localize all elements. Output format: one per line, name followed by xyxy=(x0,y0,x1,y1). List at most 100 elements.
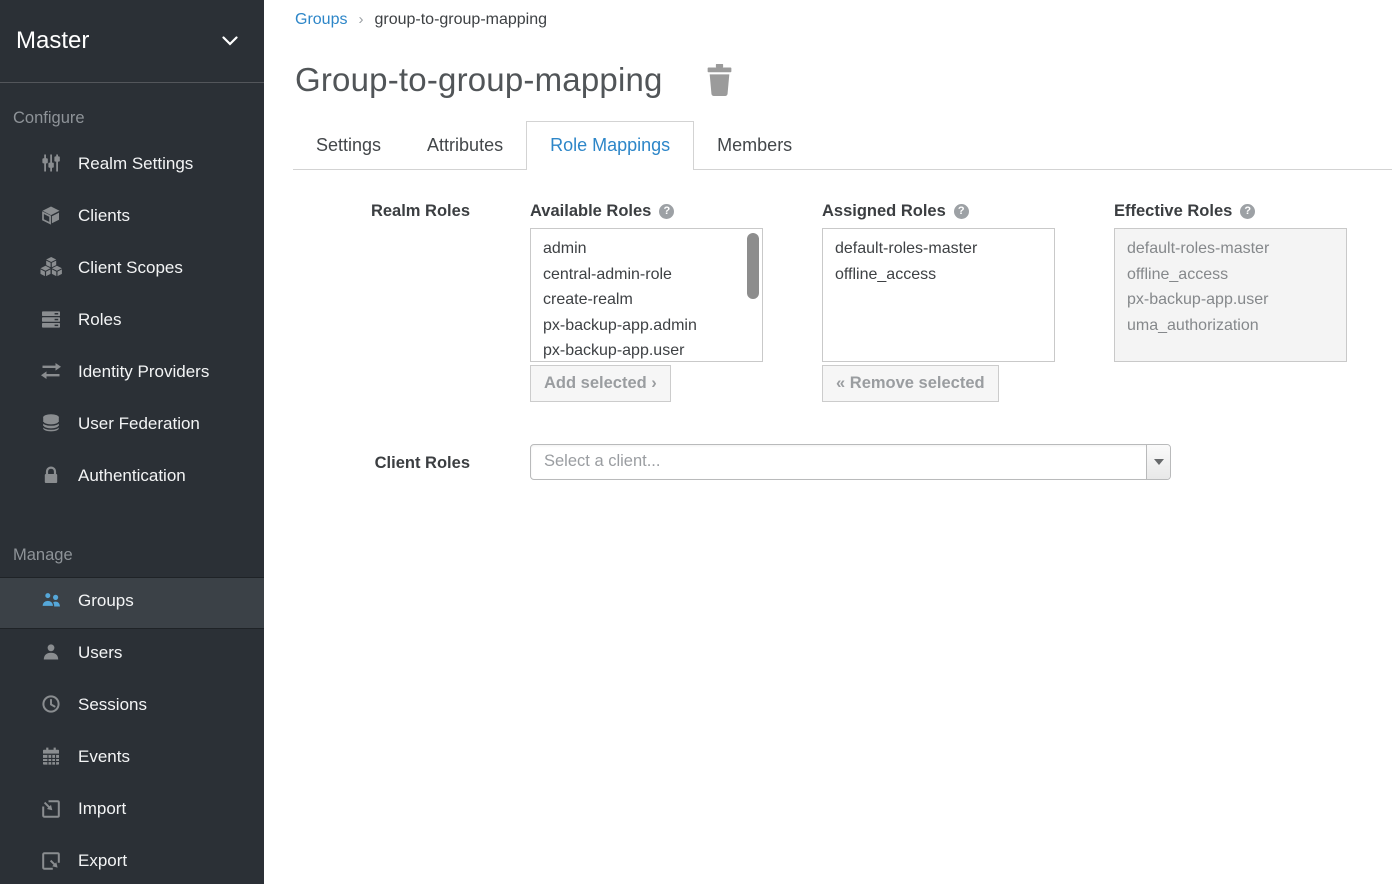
breadcrumb: Groups › group-to-group-mapping xyxy=(295,0,1392,29)
scrollbar-thumb[interactable] xyxy=(747,233,759,299)
sidebar-item-client-scopes[interactable]: Client Scopes xyxy=(0,244,264,296)
list-option: offline_access xyxy=(1115,262,1346,288)
effective-roles-column: Effective Roles ? default-roles-master o… xyxy=(1114,200,1347,362)
sidebar: Master Configure Realm Settings Clients xyxy=(0,0,264,884)
sidebar-item-label: Import xyxy=(78,799,126,818)
tab-bar: Settings Attributes Role Mappings Member… xyxy=(293,121,1392,170)
list-option[interactable]: offline_access xyxy=(823,262,1054,288)
tab-members[interactable]: Members xyxy=(694,122,815,169)
breadcrumb-groups-link[interactable]: Groups xyxy=(295,11,347,28)
sidebar-item-label: Identity Providers xyxy=(78,362,209,381)
breadcrumb-current: group-to-group-mapping xyxy=(374,11,547,28)
trash-icon xyxy=(705,84,734,99)
remove-selected-button[interactable]: « Remove selected xyxy=(822,365,999,402)
server-list-icon xyxy=(40,309,64,336)
realm-roles-row: Realm Roles Available Roles ? admin cent… xyxy=(295,200,1392,402)
tab-settings[interactable]: Settings xyxy=(293,122,404,169)
page-title: Group-to-group-mapping xyxy=(295,61,663,99)
sidebar-item-user-federation[interactable]: User Federation xyxy=(0,400,264,452)
sidebar-item-events[interactable]: Events xyxy=(0,733,264,785)
sidebar-item-import[interactable]: Import xyxy=(0,785,264,837)
breadcrumb-separator-icon: › xyxy=(358,11,363,28)
assigned-roles-header: Assigned Roles ? xyxy=(822,200,1055,222)
effective-roles-listbox: default-roles-master offline_access px-b… xyxy=(1114,228,1347,362)
list-option: px-backup-app.user xyxy=(1115,287,1346,313)
list-option[interactable]: px-backup-app.user xyxy=(531,338,762,362)
sliders-icon xyxy=(40,153,64,180)
realm-selector[interactable]: Master xyxy=(0,0,264,83)
list-option[interactable]: default-roles-master xyxy=(823,236,1054,262)
title-row: Group-to-group-mapping xyxy=(295,61,1392,99)
sidebar-item-label: Events xyxy=(78,747,130,766)
client-select[interactable]: Select a client... xyxy=(530,444,1171,480)
tab-attributes[interactable]: Attributes xyxy=(404,122,526,169)
sidebar-item-realm-settings[interactable]: Realm Settings xyxy=(0,140,264,192)
sidebar-item-users[interactable]: Users xyxy=(0,629,264,681)
list-option[interactable]: central-admin-role xyxy=(531,262,762,288)
angle-right-icon: › xyxy=(651,374,657,392)
export-icon xyxy=(40,850,64,877)
available-roles-header-label: Available Roles xyxy=(530,200,651,222)
role-mappings-panel: Realm Roles Available Roles ? admin cent… xyxy=(295,200,1392,480)
sidebar-item-label: Authentication xyxy=(78,466,186,485)
import-icon xyxy=(40,798,64,825)
assigned-roles-column: Assigned Roles ? default-roles-master of… xyxy=(822,200,1055,402)
add-selected-button[interactable]: Add selected › xyxy=(530,365,671,402)
sidebar-item-clients[interactable]: Clients xyxy=(0,192,264,244)
sidebar-item-label: Sessions xyxy=(78,695,147,714)
sidebar-item-label: Export xyxy=(78,851,127,870)
exchange-arrows-icon xyxy=(40,361,64,388)
clock-icon xyxy=(40,694,64,721)
sidebar-item-sessions[interactable]: Sessions xyxy=(0,681,264,733)
client-roles-label: Client Roles xyxy=(295,444,470,474)
sidebar-item-export[interactable]: Export xyxy=(0,837,264,884)
sidebar-item-label: Client Scopes xyxy=(78,258,183,277)
double-angle-left-icon: « xyxy=(836,374,845,392)
assigned-roles-header-label: Assigned Roles xyxy=(822,200,946,222)
sidebar-item-label: Realm Settings xyxy=(78,154,193,173)
available-roles-column: Available Roles ? admin central-admin-ro… xyxy=(530,200,763,402)
caret-down-icon xyxy=(1154,459,1164,465)
list-option[interactable]: admin xyxy=(531,236,762,262)
chevron-down-icon xyxy=(222,36,238,46)
help-icon[interactable]: ? xyxy=(1240,204,1255,219)
sidebar-item-label: User Federation xyxy=(78,414,200,433)
cubes-icon xyxy=(40,257,64,284)
keycloak-admin-console: Master Configure Realm Settings Clients xyxy=(0,0,1392,884)
users-group-icon xyxy=(40,590,64,617)
user-icon xyxy=(40,642,64,669)
help-icon[interactable]: ? xyxy=(954,204,969,219)
list-option[interactable]: create-realm xyxy=(531,287,762,313)
effective-roles-header-label: Effective Roles xyxy=(1114,200,1232,222)
sidebar-item-roles[interactable]: Roles xyxy=(0,296,264,348)
main-content: Groups › group-to-group-mapping Group-to-g… xyxy=(264,0,1392,884)
sidebar-item-identity-providers[interactable]: Identity Providers xyxy=(0,348,264,400)
select-arrow-button[interactable] xyxy=(1146,445,1170,479)
available-roles-listbox[interactable]: admin central-admin-role create-realm px… xyxy=(530,228,763,362)
assigned-roles-listbox[interactable]: default-roles-master offline_access xyxy=(822,228,1055,362)
sidebar-item-label: Groups xyxy=(78,591,134,610)
delete-group-button[interactable] xyxy=(705,64,734,96)
add-selected-label: Add selected xyxy=(544,374,647,392)
client-roles-row: Client Roles Select a client... xyxy=(295,444,1392,480)
sidebar-section-configure: Configure xyxy=(0,83,264,140)
tab-role-mappings[interactable]: Role Mappings xyxy=(526,121,694,170)
database-icon xyxy=(40,413,64,440)
list-option: uma_authorization xyxy=(1115,313,1346,339)
calendar-icon xyxy=(40,746,64,773)
sidebar-item-label: Roles xyxy=(78,310,121,329)
list-option[interactable]: px-backup-app.admin xyxy=(531,313,762,339)
sidebar-item-label: Clients xyxy=(78,206,130,225)
available-roles-header: Available Roles ? xyxy=(530,200,763,222)
realm-selector-label: Master xyxy=(16,27,89,55)
client-select-placeholder: Select a client... xyxy=(531,445,1170,478)
help-icon[interactable]: ? xyxy=(659,204,674,219)
lock-icon xyxy=(40,465,64,492)
remove-selected-label: Remove selected xyxy=(850,374,985,392)
sidebar-item-authentication[interactable]: Authentication xyxy=(0,452,264,504)
cube-icon xyxy=(40,205,64,232)
sidebar-item-groups[interactable]: Groups xyxy=(0,577,264,629)
sidebar-section-manage: Manage xyxy=(0,504,264,577)
sidebar-item-label: Users xyxy=(78,643,122,662)
realm-roles-label: Realm Roles xyxy=(295,200,470,222)
